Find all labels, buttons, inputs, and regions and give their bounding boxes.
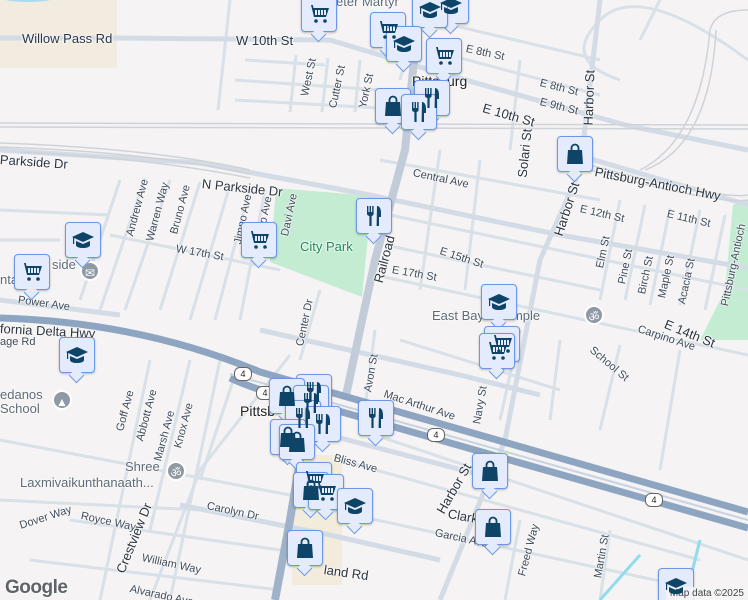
shopping-bag-icon: [381, 94, 405, 118]
shopping-cart-icon: [247, 228, 271, 252]
grocery-marker[interactable]: [301, 0, 337, 32]
shopping-bag-icon: [275, 384, 299, 408]
shopping-bag-icon: [563, 142, 587, 166]
fork-knife-icon: [407, 100, 431, 124]
graduation-cap-icon: [418, 0, 442, 22]
school-marker[interactable]: [386, 26, 422, 62]
map-base-layer: [0, 0, 748, 600]
poi-label[interactable]: edanos: [0, 387, 43, 402]
school-marker[interactable]: [481, 284, 517, 320]
school-poi-icon[interactable]: ▲: [52, 390, 72, 410]
graduation-cap-icon: [487, 290, 511, 314]
shopping-bag-icon: [478, 459, 502, 483]
highway-shield: 4: [234, 367, 252, 381]
street-label: Willow Pass Rd: [22, 31, 113, 46]
temple-poi-icon[interactable]: ॐ: [584, 305, 604, 325]
restaurant-marker[interactable]: [356, 198, 392, 234]
street-label: W 10th St: [236, 33, 294, 48]
graduation-cap-icon: [71, 228, 95, 252]
highway-shield: 4: [427, 428, 445, 442]
graduation-cap-icon: [439, 0, 463, 18]
poi-label[interactable]: Shree: [125, 459, 160, 474]
shopping-bag-icon: [481, 515, 505, 539]
graduation-cap-icon: [392, 32, 416, 56]
school-marker[interactable]: [59, 337, 95, 373]
grocery-marker[interactable]: [426, 38, 462, 74]
google-logo[interactable]: Google: [5, 577, 68, 599]
shopping-marker[interactable]: [472, 453, 508, 489]
shopping-cart-icon: [314, 480, 338, 504]
graduation-cap-icon: [65, 343, 89, 367]
poi-label[interactable]: side: [52, 257, 76, 272]
poi-label[interactable]: School: [0, 401, 40, 416]
fork-knife-icon: [364, 406, 388, 430]
shopping-bag-icon: [293, 536, 317, 560]
graduation-cap-icon: [664, 574, 688, 598]
shopping-cart-icon: [432, 44, 456, 68]
shopping-cart-icon: [20, 260, 44, 284]
shopping-marker[interactable]: [475, 509, 511, 545]
graduation-cap-icon: [343, 494, 367, 518]
grocery-marker[interactable]: [241, 222, 277, 258]
shopping-marker[interactable]: [557, 136, 593, 172]
school-marker[interactable]: [337, 488, 373, 524]
park-label: City Park: [300, 239, 353, 254]
highway-shield: 4: [645, 493, 663, 507]
temple-poi-icon[interactable]: ॐ: [166, 461, 186, 481]
shopping-bag-icon: [285, 430, 309, 454]
shopping-cart-icon: [485, 339, 509, 363]
fork-knife-icon: [311, 412, 335, 436]
grocery-marker[interactable]: [14, 254, 50, 290]
shopping-marker[interactable]: [287, 530, 323, 566]
restaurant-marker[interactable]: [358, 400, 394, 436]
street-label: age Rd: [0, 336, 36, 348]
map-canvas[interactable]: Willow Pass Rd W 10th St E 10th St E 8th…: [0, 0, 748, 600]
shopping-cart-icon: [307, 2, 331, 26]
poi-label[interactable]: Laxmivaikunthanaath...: [20, 475, 154, 490]
fork-knife-icon: [362, 204, 386, 228]
street-label: Harbor St: [580, 69, 598, 126]
school-marker[interactable]: [65, 222, 101, 258]
poi-label[interactable]: eter Martyr: [336, 0, 399, 9]
